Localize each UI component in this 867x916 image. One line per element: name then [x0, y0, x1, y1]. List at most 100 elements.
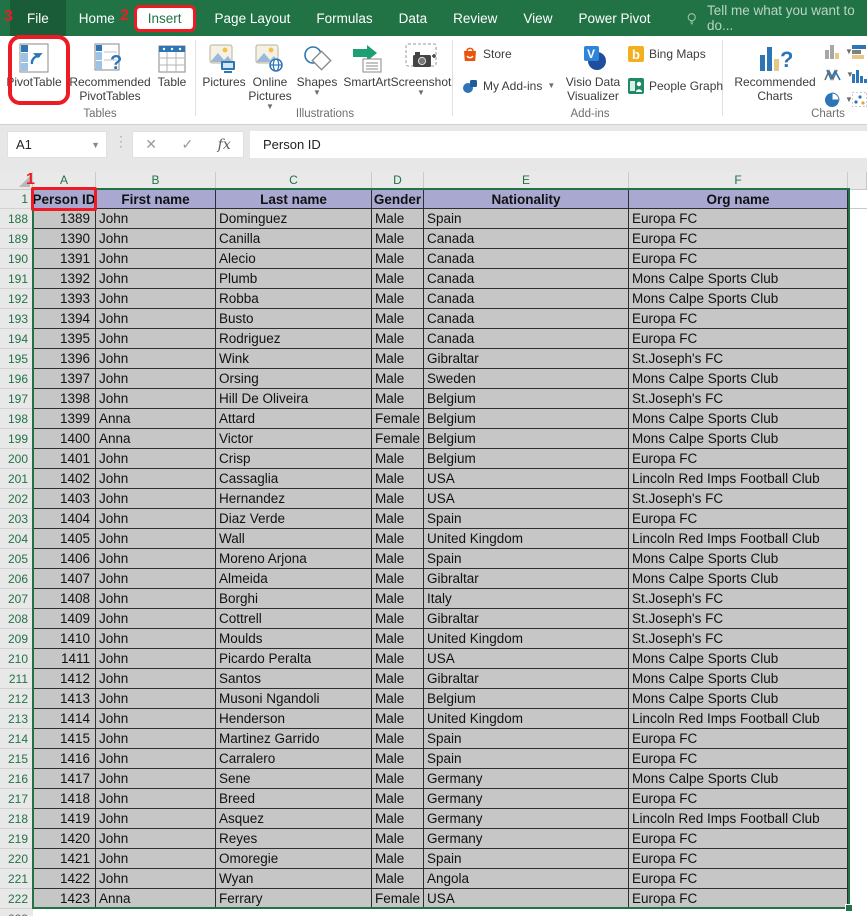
empty-cell[interactable]: [848, 729, 867, 749]
histogram-chart-button-partial[interactable]: [852, 68, 867, 83]
cell[interactable]: John: [96, 849, 216, 869]
pictures-button[interactable]: Pictures: [200, 39, 248, 89]
cell[interactable]: 1420: [33, 829, 96, 849]
cell[interactable]: Picardo Peralta: [216, 649, 372, 669]
header-cell[interactable]: First name: [96, 190, 216, 209]
enter-formula-icon[interactable]: ✓: [181, 136, 193, 153]
cell[interactable]: Mons Calpe Sports Club: [629, 289, 848, 309]
cell[interactable]: Male: [372, 769, 424, 789]
cell[interactable]: Male: [372, 709, 424, 729]
row-header-222[interactable]: 222: [0, 889, 33, 909]
my-addins-button[interactable]: My Add-ins ▼: [462, 78, 555, 94]
cell[interactable]: Germany: [424, 829, 629, 849]
header-cell[interactable]: Nationality: [424, 190, 629, 209]
tab-power-pivot[interactable]: Power Pivot: [565, 0, 663, 36]
row-header-189[interactable]: 189: [0, 229, 33, 249]
cell[interactable]: 1407: [33, 569, 96, 589]
empty-cell[interactable]: [848, 329, 867, 349]
cell[interactable]: Canada: [424, 269, 629, 289]
cell[interactable]: 1394: [33, 309, 96, 329]
cell[interactable]: Alecio: [216, 249, 372, 269]
cell[interactable]: Robba: [216, 289, 372, 309]
scatter-chart-button-partial[interactable]: [852, 92, 867, 107]
cell[interactable]: Canada: [424, 229, 629, 249]
row-header-221[interactable]: 221: [0, 869, 33, 889]
recommended-charts-button[interactable]: ? Recommended Charts: [730, 39, 820, 103]
cell[interactable]: Female: [372, 429, 424, 449]
cell[interactable]: Hill De Oliveira: [216, 389, 372, 409]
cell[interactable]: Canada: [424, 309, 629, 329]
row-header-214[interactable]: 214: [0, 729, 33, 749]
row-header-209[interactable]: 209: [0, 629, 33, 649]
row-header-215[interactable]: 215: [0, 749, 33, 769]
empty-cell[interactable]: [848, 589, 867, 609]
cell[interactable]: Henderson: [216, 709, 372, 729]
cell[interactable]: Male: [372, 669, 424, 689]
cell[interactable]: USA: [424, 889, 629, 909]
cell[interactable]: United Kingdom: [424, 529, 629, 549]
insert-function-icon[interactable]: fx: [218, 137, 231, 153]
header-cell[interactable]: Last name: [216, 190, 372, 209]
cell[interactable]: Anna: [96, 429, 216, 449]
cell[interactable]: Male: [372, 869, 424, 889]
cell[interactable]: Anna: [96, 409, 216, 429]
cell[interactable]: St.Joseph's FC: [629, 349, 848, 369]
cell[interactable]: Canilla: [216, 229, 372, 249]
cell[interactable]: Europa FC: [629, 329, 848, 349]
table-button[interactable]: Table: [152, 39, 192, 89]
cell[interactable]: John: [96, 869, 216, 889]
cell[interactable]: John: [96, 369, 216, 389]
cell[interactable]: Male: [372, 809, 424, 829]
column-header-A[interactable]: A: [33, 172, 96, 190]
cell[interactable]: John: [96, 629, 216, 649]
empty-cell[interactable]: [848, 769, 867, 789]
cell[interactable]: John: [96, 229, 216, 249]
cell[interactable]: Omoregie: [216, 849, 372, 869]
cell[interactable]: 1421: [33, 849, 96, 869]
cell[interactable]: 1419: [33, 809, 96, 829]
cell[interactable]: 1390: [33, 229, 96, 249]
cell[interactable]: 1403: [33, 489, 96, 509]
cell[interactable]: United Kingdom: [424, 629, 629, 649]
cell[interactable]: 1396: [33, 349, 96, 369]
line-chart-button[interactable]: ▼: [824, 68, 854, 82]
cell[interactable]: Male: [372, 329, 424, 349]
empty-cell[interactable]: [848, 190, 867, 209]
empty-cell[interactable]: [848, 809, 867, 829]
bar-chart-button-partial[interactable]: [852, 44, 867, 59]
empty-cell[interactable]: [848, 229, 867, 249]
cell[interactable]: Sene: [216, 769, 372, 789]
cell[interactable]: St.Joseph's FC: [629, 609, 848, 629]
cell[interactable]: Santos: [216, 669, 372, 689]
empty-cell[interactable]: [848, 349, 867, 369]
cell[interactable]: 1408: [33, 589, 96, 609]
pie-chart-button[interactable]: ▼: [824, 92, 853, 108]
cell[interactable]: John: [96, 349, 216, 369]
cell[interactable]: John: [96, 669, 216, 689]
cell[interactable]: 1411: [33, 649, 96, 669]
cell[interactable]: Victor: [216, 429, 372, 449]
cell[interactable]: Europa FC: [629, 829, 848, 849]
row-header-212[interactable]: 212: [0, 689, 33, 709]
cell[interactable]: 1417: [33, 769, 96, 789]
cell[interactable]: Cassaglia: [216, 469, 372, 489]
cell[interactable]: Female: [372, 409, 424, 429]
cell[interactable]: John: [96, 689, 216, 709]
row-header-194[interactable]: 194: [0, 329, 33, 349]
cell[interactable]: 1413: [33, 689, 96, 709]
formula-input[interactable]: Person ID: [250, 131, 867, 158]
column-header-F[interactable]: F: [629, 172, 848, 190]
cell[interactable]: John: [96, 309, 216, 329]
cell[interactable]: Belgium: [424, 429, 629, 449]
cell[interactable]: John: [96, 729, 216, 749]
cell[interactable]: Hernandez: [216, 489, 372, 509]
cell[interactable]: 1391: [33, 249, 96, 269]
cell[interactable]: Mons Calpe Sports Club: [629, 569, 848, 589]
tab-file[interactable]: File: [10, 0, 66, 36]
smartart-button[interactable]: SmartArt: [340, 39, 394, 89]
cell[interactable]: St.Joseph's FC: [629, 589, 848, 609]
cell[interactable]: Male: [372, 229, 424, 249]
cell[interactable]: Male: [372, 529, 424, 549]
empty-cell[interactable]: [848, 249, 867, 269]
cell[interactable]: 1405: [33, 529, 96, 549]
